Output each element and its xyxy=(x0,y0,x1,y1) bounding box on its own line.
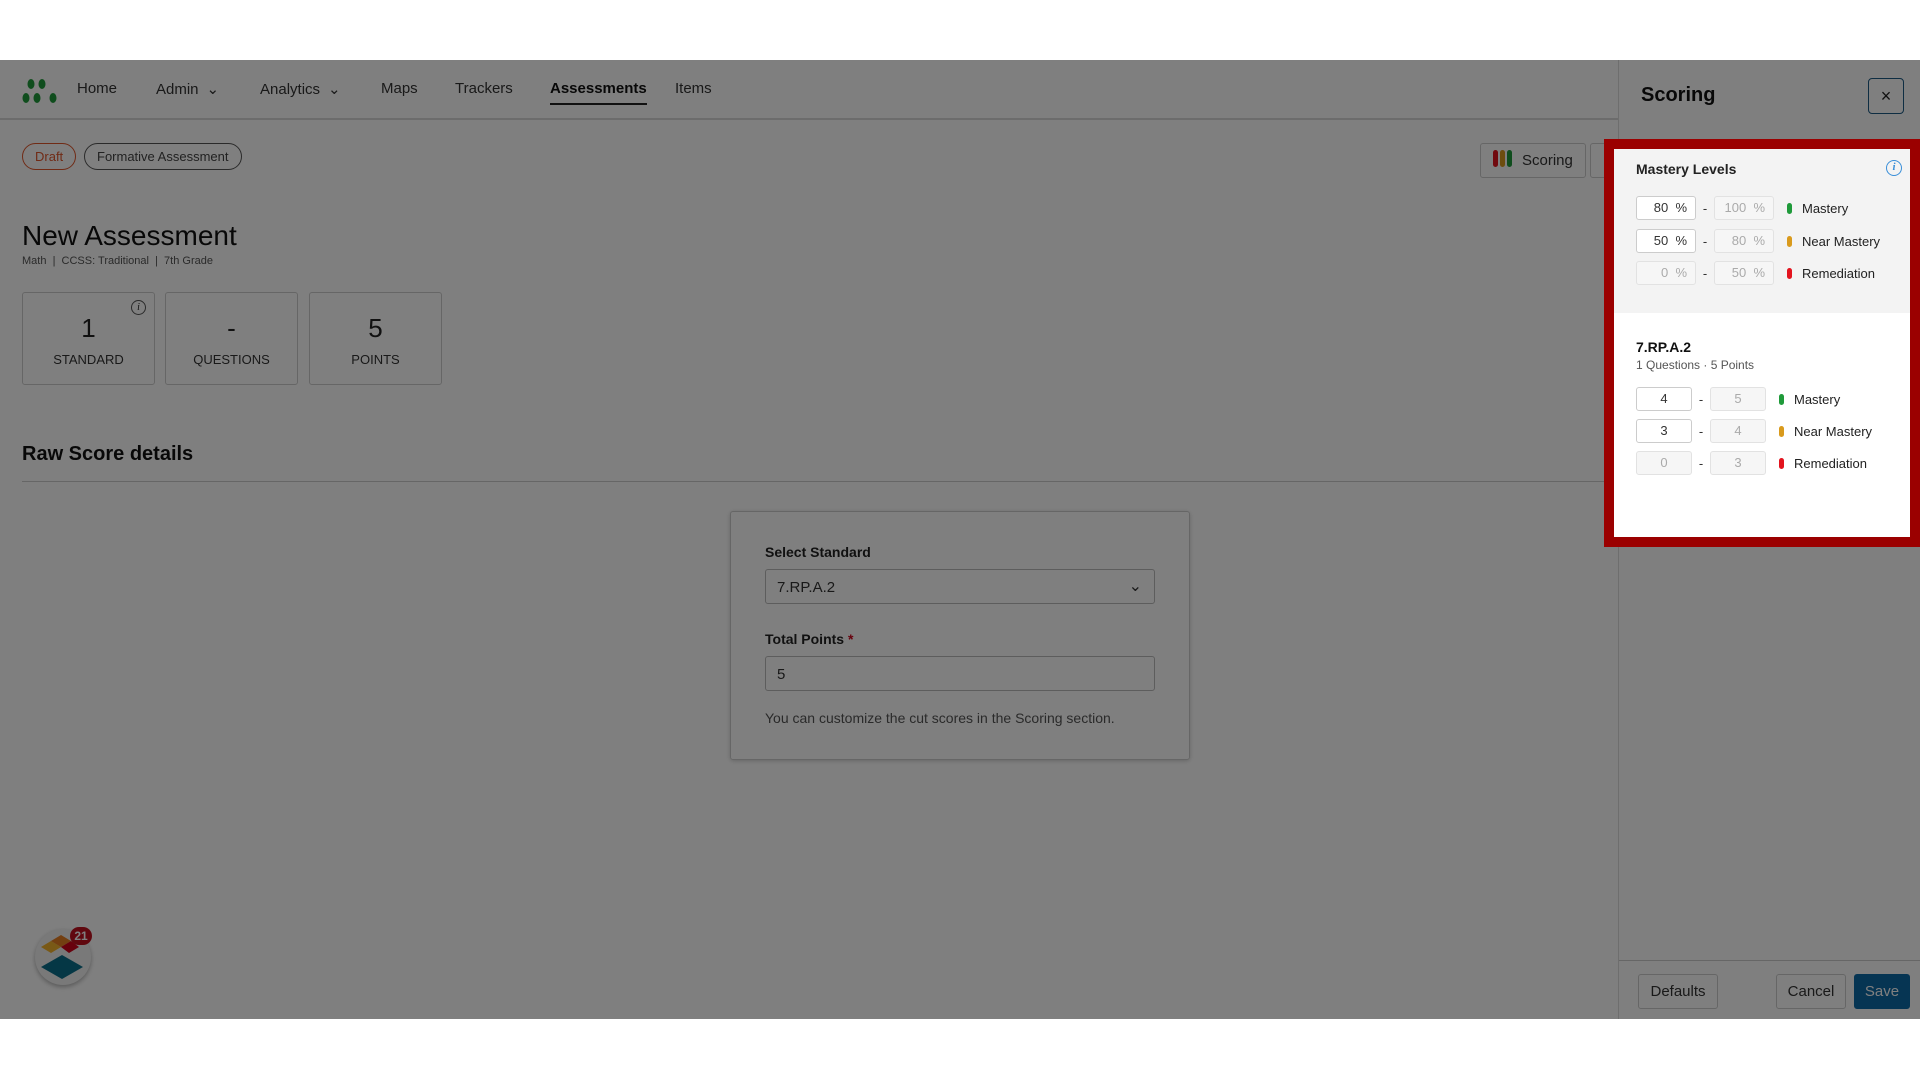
info-icon[interactable]: i xyxy=(1886,160,1902,176)
near-mastery-row: 50 % - 80 % Near Mastery xyxy=(1636,229,1880,253)
remediation-color-icon xyxy=(1787,267,1792,279)
level-label: Mastery xyxy=(1802,200,1849,216)
mastery-color-icon xyxy=(1779,393,1784,405)
level-label: Remediation xyxy=(1802,265,1875,281)
range-dash: - xyxy=(1698,423,1704,439)
near-mastery-color-icon xyxy=(1779,425,1784,437)
range-dash: - xyxy=(1698,455,1704,471)
standard-remediation-row: 0 - 3 Remediation xyxy=(1636,451,1867,475)
from-input: 0 % xyxy=(1636,261,1696,285)
standard-mastery-row: 4 - 5 Mastery xyxy=(1636,387,1840,411)
to-input: 3 xyxy=(1710,451,1766,475)
to-input: 80 % xyxy=(1714,229,1774,253)
to-input: 100 % xyxy=(1714,196,1774,220)
from-input[interactable]: 50 % xyxy=(1636,229,1696,253)
level-label: Mastery xyxy=(1794,391,1841,407)
mastery-row: 80 % - 100 % Mastery xyxy=(1636,196,1848,220)
to-input: 5 xyxy=(1710,387,1766,411)
range-dash: - xyxy=(1702,233,1708,249)
near-mastery-color-icon xyxy=(1787,235,1792,247)
standard-summary: 1 Questions · 5 Points xyxy=(1636,358,1755,372)
level-label: Remediation xyxy=(1794,455,1867,471)
level-label: Near Mastery xyxy=(1794,423,1873,439)
mastery-levels-section: Mastery Levels i 80 % - 100 % Mastery 50… xyxy=(1614,149,1910,313)
standard-code: 7.RP.A.2 xyxy=(1636,339,1691,355)
remediation-row: 0 % - 50 % Remediation xyxy=(1636,261,1875,285)
app: Home Admin⌄ Analytics⌄ Maps Trackers Ass… xyxy=(0,60,1920,1019)
scoring-content-highlight: Mastery Levels i 80 % - 100 % Mastery 50… xyxy=(1604,139,1920,547)
to-input: 4 xyxy=(1710,419,1766,443)
mastery-color-icon xyxy=(1787,202,1792,214)
to-input: 50 % xyxy=(1714,261,1774,285)
level-label: Near Mastery xyxy=(1802,233,1881,249)
from-input[interactable]: 80 % xyxy=(1636,196,1696,220)
standard-near-mastery-row: 3 - 4 Near Mastery xyxy=(1636,419,1872,443)
range-dash: - xyxy=(1702,200,1708,216)
range-dash: - xyxy=(1702,265,1708,281)
from-input: 0 xyxy=(1636,451,1692,475)
range-dash: - xyxy=(1698,391,1704,407)
mastery-levels-title: Mastery Levels xyxy=(1636,161,1737,177)
from-input[interactable]: 3 xyxy=(1636,419,1692,443)
from-input[interactable]: 4 xyxy=(1636,387,1692,411)
remediation-color-icon xyxy=(1779,457,1784,469)
